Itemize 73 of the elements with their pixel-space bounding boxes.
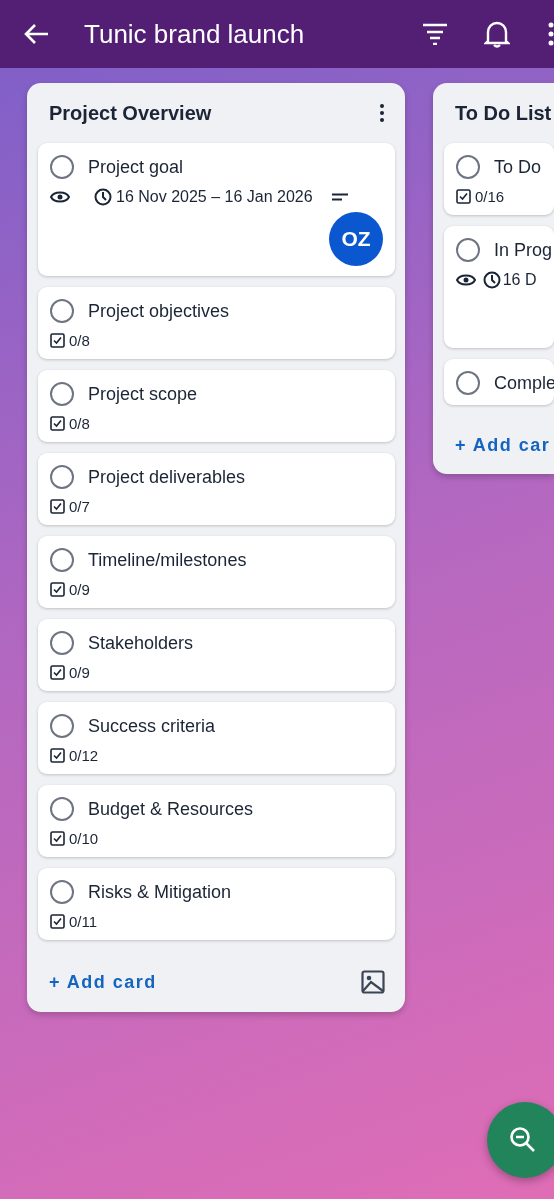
card-title: Timeline/milestones (88, 549, 247, 571)
checklist-icon (456, 189, 471, 204)
zoom-out-button[interactable] (487, 1102, 554, 1178)
checklist-icon (50, 582, 65, 597)
card-title: In Prog (494, 239, 553, 261)
card-title: Project scope (88, 383, 198, 405)
add-card-button[interactable]: + Add car (455, 435, 551, 456)
task-card[interactable]: Project deliverables 0/7 (38, 453, 395, 525)
filter-icon[interactable] (422, 23, 448, 45)
eye-icon (50, 190, 70, 204)
checklist-count: 0/11 (69, 913, 98, 930)
back-arrow-icon[interactable] (24, 23, 50, 45)
add-card-button[interactable]: + Add card (49, 971, 157, 993)
complete-radio[interactable] (50, 382, 74, 406)
eye-icon (456, 273, 476, 287)
checklist-count: 0/8 (69, 415, 90, 432)
complete-radio[interactable] (50, 631, 74, 655)
checklist-icon (50, 416, 65, 431)
checklist-icon (50, 748, 65, 763)
zoom-out-icon (509, 1126, 537, 1154)
list-title: Project Overview (49, 101, 212, 125)
avatar[interactable]: OZ (329, 212, 383, 266)
task-card[interactable]: Success criteria 0/12 (38, 702, 395, 774)
complete-radio[interactable] (50, 155, 74, 179)
complete-radio[interactable] (50, 465, 74, 489)
card-title: Project objectives (88, 300, 230, 322)
complete-radio[interactable] (50, 548, 74, 572)
task-card[interactable]: Budget & Resources 0/10 (38, 785, 395, 857)
date-range: 16 Nov 2025 – 16 Jan 2026 (116, 188, 313, 206)
task-card[interactable]: Project objectives 0/8 (38, 287, 395, 359)
more-icon[interactable] (379, 103, 385, 123)
complete-radio[interactable] (50, 797, 74, 821)
more-icon[interactable] (548, 22, 554, 46)
list-title: To Do List (455, 101, 552, 125)
task-card[interactable]: Timeline/milestones 0/9 (38, 536, 395, 608)
card-title: Success criteria (88, 715, 216, 737)
image-icon[interactable] (361, 970, 385, 994)
card-title: Budget & Resources (88, 798, 254, 820)
checklist-icon (50, 499, 65, 514)
card-title: Risks & Mitigation (88, 881, 232, 903)
card-title: Project goal (88, 156, 184, 178)
card-title: Project deliverables (88, 466, 246, 488)
checklist-icon (50, 831, 65, 846)
card-title: To Do (494, 156, 542, 178)
complete-radio[interactable] (50, 880, 74, 904)
task-card[interactable]: In Prog 16 D (444, 226, 554, 348)
checklist-count: 0/12 (69, 747, 99, 764)
clock-icon (483, 271, 502, 289)
checklist-icon (50, 914, 65, 929)
card-title: Stakeholders (88, 632, 194, 654)
checklist-count: 0/9 (69, 664, 90, 681)
checklist-count: 0/10 (69, 830, 99, 847)
complete-radio[interactable] (456, 371, 480, 395)
date-range: 16 D (502, 271, 537, 289)
complete-radio[interactable] (50, 714, 74, 738)
complete-radio[interactable] (50, 299, 74, 323)
checklist-icon (50, 333, 65, 348)
checklist-icon (50, 665, 65, 680)
checklist-count: 0/16 (475, 188, 505, 205)
task-card[interactable]: Project scope 0/8 (38, 370, 395, 442)
board-title: Tunic brand launch (84, 18, 306, 50)
bell-icon[interactable] (484, 20, 510, 48)
task-card[interactable]: Project goal 16 Nov 2025 – 16 Jan 2026 OZ (38, 143, 395, 276)
complete-radio[interactable] (456, 238, 480, 262)
checklist-count: 0/9 (69, 581, 90, 598)
clock-icon (94, 188, 112, 206)
complete-radio[interactable] (456, 155, 480, 179)
task-card[interactable]: To Do 0/16 (444, 143, 554, 215)
checklist-count: 0/7 (69, 498, 90, 515)
description-icon (330, 193, 349, 201)
checklist-count: 0/8 (69, 332, 90, 349)
task-card[interactable]: Stakeholders 0/9 (38, 619, 395, 691)
task-card[interactable]: Risks & Mitigation 0/11 (38, 868, 395, 940)
